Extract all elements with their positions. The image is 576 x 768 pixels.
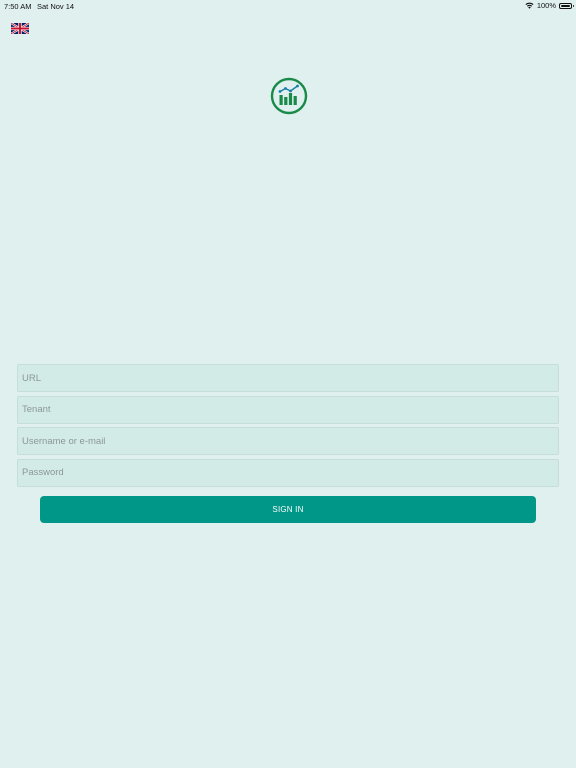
login-form [17, 364, 559, 490]
wifi-icon [525, 2, 534, 9]
sign-in-button[interactable]: SIGN IN [40, 496, 536, 523]
password-input[interactable] [17, 458, 559, 487]
uk-flag-icon[interactable] [11, 23, 29, 34]
url-input[interactable] [17, 364, 559, 392]
bar-chart-trend-logo [270, 77, 308, 115]
battery-icon [559, 2, 574, 9]
status-date: Sat Nov 14 [37, 2, 75, 11]
tenant-input[interactable] [17, 395, 559, 424]
sign-in-label: SIGN IN [272, 505, 304, 514]
username-input[interactable] [17, 427, 559, 455]
status-right: 100% [525, 1, 574, 10]
status-bar: 7:50 AM Sat Nov 14 100% [0, 0, 576, 12]
status-time: 7:50 AM [4, 2, 32, 11]
battery-percent: 100% [536, 1, 556, 10]
